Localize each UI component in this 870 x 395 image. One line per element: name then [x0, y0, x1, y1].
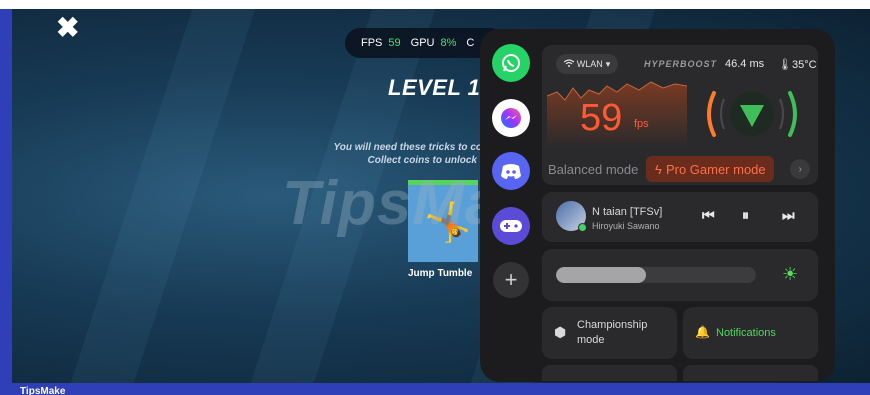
- ping-value: 46.4 ms: [725, 58, 765, 70]
- close-icon[interactable]: ✖: [56, 14, 79, 42]
- fps-unit: fps: [634, 118, 649, 130]
- pro-gamer-mode-label: Pro Gamer mode: [665, 161, 766, 177]
- playing-status-dot: [578, 223, 587, 232]
- fps-label: FPS: [361, 37, 383, 49]
- track-title: N taian [TFSv]: [592, 206, 663, 218]
- fps-big-value: 59: [580, 97, 623, 139]
- lightning-icon: ϟ: [655, 161, 662, 177]
- level-title: LEVEL 1 -: [388, 75, 495, 100]
- balanced-mode-option[interactable]: Balanced mode: [548, 162, 638, 177]
- chevron-right-icon[interactable]: ›: [790, 159, 811, 179]
- notifications-toggle[interactable]: 🔔 Notifications: [683, 307, 818, 359]
- track-artist: Hiroyuki Sawano: [592, 221, 660, 231]
- wlan-selector[interactable]: WLAN ▾: [556, 54, 618, 74]
- music-player-panel: N taian [TFSv] Hiroyuki Sawano ⏮ ⏸ ⏭: [542, 192, 818, 242]
- hint-line-2: Collect coins to unlock: [367, 155, 477, 166]
- temperature-readout: 🌡35°C: [778, 58, 817, 71]
- championship-mode-toggle[interactable]: ⬢ Championship mode: [542, 307, 677, 359]
- auto-brightness-icon[interactable]: ☀: [782, 264, 798, 285]
- next-row-tile: [542, 365, 677, 381]
- caret-down-icon: ▾: [605, 58, 611, 69]
- notifications-label: Notifications: [716, 327, 776, 339]
- mode-selector: Balanced mode ϟ Pro Gamer mode ›: [542, 155, 818, 183]
- discord-icon[interactable]: [492, 152, 530, 190]
- wifi-icon: [563, 59, 575, 69]
- gpu-value: 8%: [440, 37, 457, 49]
- cube-icon: ⬢: [554, 324, 567, 340]
- whatsapp-icon[interactable]: [492, 44, 530, 82]
- add-app-button[interactable]: +: [493, 262, 529, 298]
- pro-gamer-mode-option[interactable]: ϟ Pro Gamer mode: [646, 156, 775, 182]
- trick-card-label: Jump Tumble: [408, 268, 473, 279]
- fps-value: 59: [388, 37, 401, 49]
- next-track-icon[interactable]: ⏭: [782, 207, 795, 224]
- screenshot-frame: ✖ FPS 59 GPU 8% C LEVEL 1 - You will nee…: [0, 0, 870, 395]
- wlan-label: WLAN: [576, 59, 603, 69]
- bell-icon: 🔔: [695, 325, 710, 339]
- championship-mode-label: Championship mode: [577, 319, 648, 346]
- temperature-value: 35°C: [791, 59, 817, 71]
- footer-brand: TipsMake: [20, 386, 66, 395]
- top-border: [0, 0, 870, 9]
- hint-line-1: You will need these tricks to co: [333, 142, 482, 153]
- brightness-slider-fill: [556, 267, 646, 283]
- gpu-label: GPU: [410, 37, 435, 49]
- thermometer-icon: 🌡: [778, 59, 792, 71]
- performance-gauge: [707, 91, 797, 137]
- brightness-panel: ☀: [542, 249, 818, 301]
- cpu-label-partial: C: [466, 37, 475, 49]
- performance-panel: WLAN ▾ HYPERBOOST 46.4 ms 🌡35°C 59 fps B…: [542, 45, 818, 185]
- previous-track-icon[interactable]: ⏮: [702, 207, 715, 224]
- messenger-icon[interactable]: [492, 99, 530, 137]
- hyperboost-label: HYPERBOOST: [644, 59, 718, 69]
- next-row-tile: [683, 365, 818, 381]
- pause-icon[interactable]: ⏸: [742, 207, 749, 224]
- brightness-slider[interactable]: [556, 267, 756, 283]
- game-launcher-icon[interactable]: [492, 207, 530, 245]
- light-streak: [68, 9, 256, 383]
